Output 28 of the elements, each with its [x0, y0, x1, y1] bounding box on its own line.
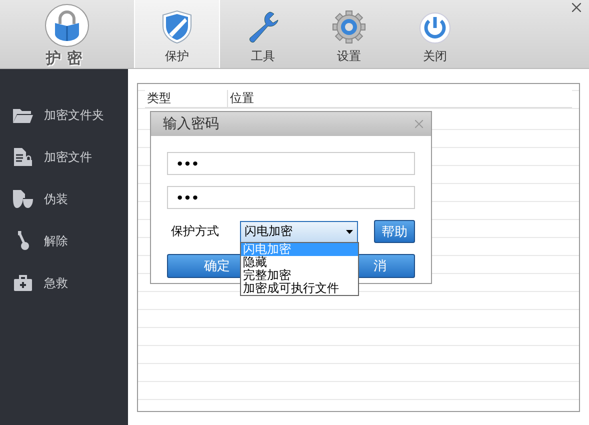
toolbar-tab[interactable]: 设置 [306, 0, 392, 68]
file-lock-icon [13, 147, 33, 167]
app-logo-text: 护密 [46, 49, 88, 68]
shield-icon [161, 10, 193, 44]
help-button[interactable]: 帮助 [374, 220, 415, 243]
method-label: 保护方式 [170, 223, 220, 240]
toolbar-tab[interactable]: 关闭 [392, 0, 478, 68]
toolbar-tab[interactable]: 保护 [134, 0, 220, 68]
sidebar-item[interactable]: 伪装 [0, 188, 128, 210]
password-field[interactable]: ••• [167, 152, 415, 175]
sidebar-item[interactable]: 加密文件夹 [0, 104, 128, 126]
dialog-title: 输入密码 [163, 115, 219, 133]
sidebar-item[interactable]: 解除 [0, 230, 128, 252]
gear-icon [332, 10, 366, 44]
caret-icon [346, 230, 354, 234]
dropdown-option[interactable]: 加密成可执行文件 [241, 282, 358, 295]
sidebar-item[interactable]: 加密文件 [0, 146, 128, 168]
folder-icon [12, 106, 34, 124]
lock-logo-icon [45, 4, 89, 47]
power-icon [419, 12, 451, 44]
column-header: 类型 [145, 90, 228, 107]
method-dropdown[interactable]: 闪电加密 [240, 220, 358, 242]
toolbar-tab[interactable]: 工具 [220, 0, 306, 68]
column-header: 位置 [229, 90, 254, 107]
confirm-password-field[interactable]: ••• [167, 186, 415, 209]
close-icon[interactable] [572, 3, 581, 12]
first-aid-kit-icon [13, 274, 33, 292]
sidebar-item[interactable]: 急救 [0, 272, 128, 294]
